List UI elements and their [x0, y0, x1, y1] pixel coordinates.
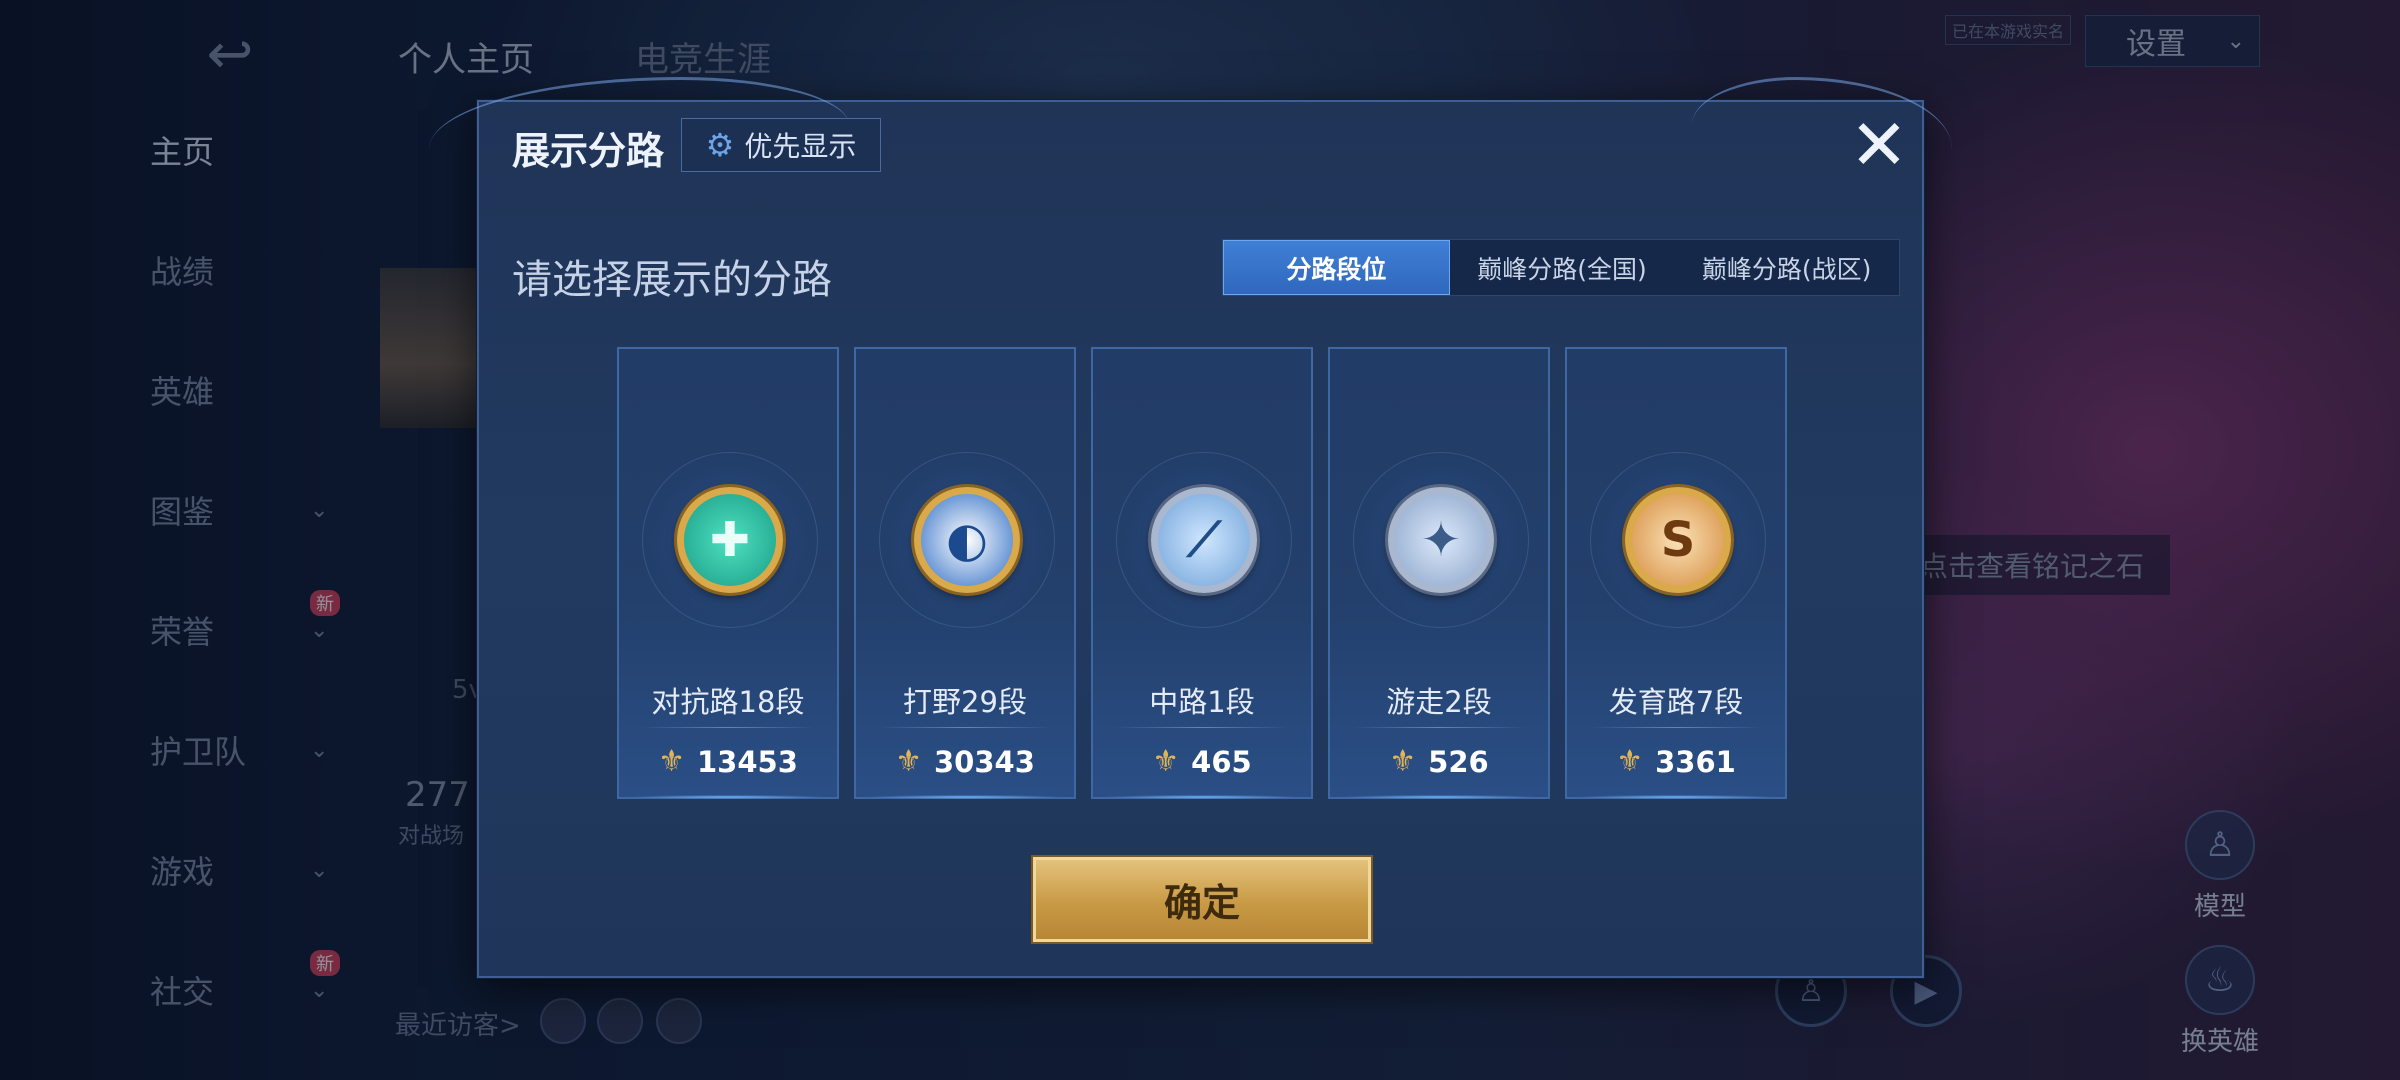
tab-label: 巅峰分路(全国): [1477, 254, 1647, 284]
dialog-subtitle: 请选择展示的分路: [512, 257, 832, 303]
power-score-icon: ⚜: [1389, 744, 1417, 779]
power-score-icon: ⚜: [658, 744, 685, 779]
power-score-icon: ⚜: [1152, 744, 1180, 779]
score-value: 30343: [934, 744, 1035, 779]
lane-name: 发育路7段: [1608, 685, 1744, 719]
lane-score: ⚜ 13453: [619, 744, 837, 779]
power-score-icon: ⚜: [1616, 744, 1644, 779]
power-score-icon: ⚜: [895, 744, 922, 779]
priority-display-label: 优先显示: [744, 130, 857, 163]
dragon-emblem-icon: ◐: [914, 487, 1020, 593]
lane-card-list: ✚ 对抗路18段 ⚜ 13453 ◐ 打野29段 ⚜ 30343 ⟋ 中路1段 ⚜ 4…: [617, 347, 1787, 799]
divider: [878, 727, 1052, 728]
score-value: 13453: [697, 744, 798, 779]
wings-emblem-icon: ✦: [1388, 487, 1494, 593]
lane-score: ⚜ 3361: [1567, 744, 1785, 779]
close-icon: ✕: [1849, 104, 1909, 186]
divider: [1115, 727, 1289, 728]
lane-score: ⚜ 30343: [856, 744, 1074, 779]
divider: [641, 727, 815, 728]
lane-card[interactable]: ◐ 打野29段 ⚜ 30343: [854, 347, 1076, 799]
lane-name: 打野29段: [903, 685, 1027, 719]
tab-label: 分路段位: [1286, 254, 1387, 284]
score-value: 465: [1191, 744, 1252, 779]
tab-label: 巅峰分路(战区): [1701, 254, 1872, 284]
lane-card[interactable]: ✚ 对抗路18段 ⚜ 13453: [617, 347, 839, 799]
lane-tabbar: 分路段位 巅峰分路(全国) 巅峰分路(战区): [1222, 239, 1900, 296]
lane-name: 中路1段: [1149, 685, 1255, 719]
lane-name: 对抗路18段: [651, 685, 805, 719]
tab-peak-national[interactable]: 巅峰分路(全国): [1450, 240, 1675, 295]
lane-score: ⚜ 465: [1093, 744, 1311, 779]
tab-lane-rank[interactable]: 分路段位: [1223, 240, 1450, 295]
confirm-label: 确定: [1163, 881, 1240, 925]
arrow-emblem-icon: S: [1625, 487, 1731, 593]
lane-display-dialog: 展示分路 ⚙ 优先显示 ✕ 请选择展示的分路 分路段位 巅峰分路(全国) 巅峰分…: [429, 77, 1952, 978]
dialog-title: 展示分路: [512, 129, 665, 173]
confirm-button[interactable]: 确定: [1033, 857, 1371, 942]
priority-display-button[interactable]: ⚙ 优先显示: [681, 118, 881, 172]
lane-card[interactable]: ✦ 游走2段 ⚜ 526: [1328, 347, 1550, 799]
lane-card[interactable]: ⟋ 中路1段 ⚜ 465: [1091, 347, 1313, 799]
close-button[interactable]: ✕: [1844, 110, 1914, 180]
divider: [1352, 727, 1526, 728]
slash-emblem-icon: ⟋: [1151, 487, 1257, 593]
lane-name: 游走2段: [1386, 685, 1492, 719]
lane-score: ⚜ 526: [1330, 744, 1548, 779]
divider: [1589, 727, 1763, 728]
tab-peak-region[interactable]: 巅峰分路(战区): [1674, 240, 1899, 295]
score-value: 526: [1428, 744, 1489, 779]
lane-card[interactable]: S 发育路7段 ⚜ 3361: [1565, 347, 1787, 799]
sword-emblem-icon: ✚: [677, 487, 783, 593]
score-value: 3361: [1655, 744, 1736, 779]
gear-icon: ⚙: [705, 126, 735, 164]
